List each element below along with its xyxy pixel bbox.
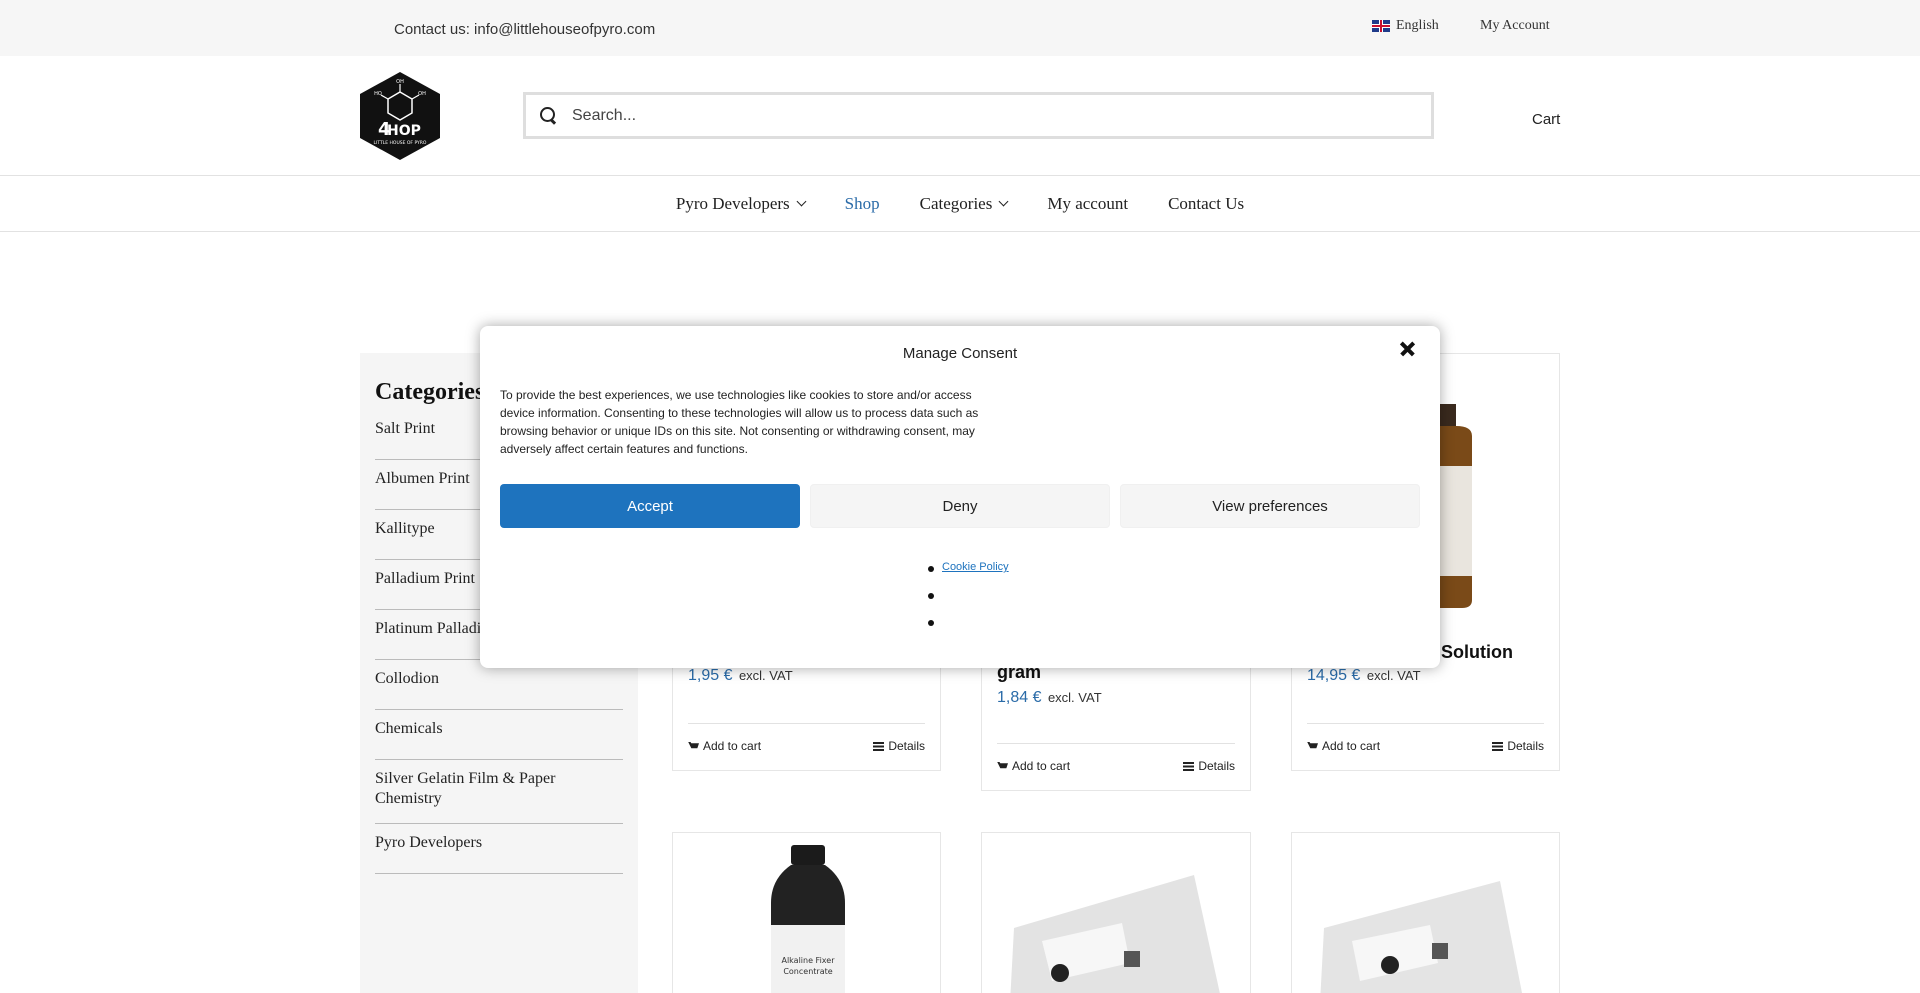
nav-item-contact-us[interactable]: Contact Us <box>1168 194 1244 214</box>
chevron-down-icon <box>998 196 1009 207</box>
nav-item-shop[interactable]: Shop <box>845 194 880 214</box>
my-account-link[interactable]: My Account <box>1480 18 1550 34</box>
black-bottle-image: Alkaline Fixer Concentrate <box>771 845 845 993</box>
add-to-cart-button[interactable]: Add to cart <box>688 739 761 753</box>
logo-text: HOP <box>387 123 421 139</box>
svg-text:OH: OH <box>396 79 404 85</box>
category-item[interactable]: Pyro Developers <box>375 824 623 874</box>
add-to-cart-button[interactable]: Add to cart <box>997 759 1070 773</box>
language-label: English <box>1396 18 1439 33</box>
list-item: Cookie Policy <box>928 561 1009 588</box>
search-icon[interactable] <box>540 106 558 125</box>
product-price: 1,84 € excl. VAT <box>997 689 1102 706</box>
product-price: 1,95 € excl. VAT <box>688 667 793 684</box>
main-navigation: Pyro Developers Shop Categories My accou… <box>0 176 1920 232</box>
list-icon <box>1492 741 1504 751</box>
svg-text:HO: HO <box>374 91 382 97</box>
search-box <box>523 92 1434 139</box>
product-card[interactable] <box>981 832 1251 993</box>
category-item[interactable]: Chemicals <box>375 710 623 760</box>
uk-flag-icon <box>1372 20 1390 32</box>
consent-title: Manage Consent <box>902 345 1018 362</box>
language-switcher[interactable]: English <box>1372 18 1439 34</box>
deny-button[interactable]: Deny <box>810 484 1110 528</box>
close-icon[interactable] <box>1396 337 1420 361</box>
contact-email[interactable]: Contact us: info@littlehouseofpyro.com <box>394 21 655 38</box>
accept-button[interactable]: Accept <box>500 484 800 528</box>
product-actions: Add to cart Details <box>1307 723 1544 753</box>
consent-message: To provide the best experiences, we use … <box>500 388 979 456</box>
logo-small-text: LITTLE HOUSE OF PYRO <box>374 140 427 146</box>
product-actions: Add to cart Details <box>688 723 925 753</box>
nav-item-categories[interactable]: Categories <box>920 194 1009 214</box>
site-header: OH HO OH 4 HOP LITTLE HOUSE OF PYRO Cart <box>0 56 1920 176</box>
powder-bag-image <box>1010 875 1220 993</box>
list-icon <box>873 741 885 751</box>
consent-dialog: Manage Consent To provide the best exper… <box>480 326 1440 668</box>
list-item <box>928 588 1009 615</box>
site-logo[interactable]: OH HO OH 4 HOP LITTLE HOUSE OF PYRO <box>358 70 442 162</box>
cart-icon <box>1307 741 1318 749</box>
category-item[interactable]: Silver Gelatin Film & Paper Chemistry <box>375 760 623 824</box>
chevron-down-icon <box>796 196 807 207</box>
bottle-label-line-2: Concentrate <box>783 967 832 976</box>
details-button[interactable]: Details <box>1492 739 1544 753</box>
nav-item-my-account[interactable]: My account <box>1047 194 1128 214</box>
list-item <box>928 615 1009 642</box>
svg-text:OH: OH <box>418 91 426 97</box>
powder-bag-image <box>1320 881 1523 993</box>
product-card[interactable] <box>1291 832 1560 993</box>
list-icon <box>1183 761 1195 771</box>
bottle-label-line-1: Alkaline Fixer <box>781 956 835 965</box>
add-to-cart-button[interactable]: Add to cart <box>1307 739 1380 753</box>
top-bar: Contact us: info@littlehouseofpyro.com E… <box>0 0 1920 56</box>
cart-icon <box>997 761 1008 769</box>
details-button[interactable]: Details <box>1183 759 1235 773</box>
nav-item-pyro-developers[interactable]: Pyro Developers <box>676 194 807 214</box>
details-button[interactable]: Details <box>873 739 925 753</box>
product-price: 14,95 € excl. VAT <box>1307 667 1421 684</box>
product-actions: Add to cart Details <box>997 743 1235 773</box>
cart-icon <box>688 741 699 749</box>
search-input[interactable] <box>572 106 1392 125</box>
product-card[interactable]: Alkaline Fixer Concentrate <box>672 832 941 993</box>
consent-links: Cookie Policy <box>928 561 1009 642</box>
cookie-policy-link[interactable]: Cookie Policy <box>942 561 1009 573</box>
cart-link[interactable]: Cart <box>1532 111 1560 128</box>
view-preferences-button[interactable]: View preferences <box>1120 484 1420 528</box>
product-title[interactable]: Solution <box>1441 642 1513 663</box>
